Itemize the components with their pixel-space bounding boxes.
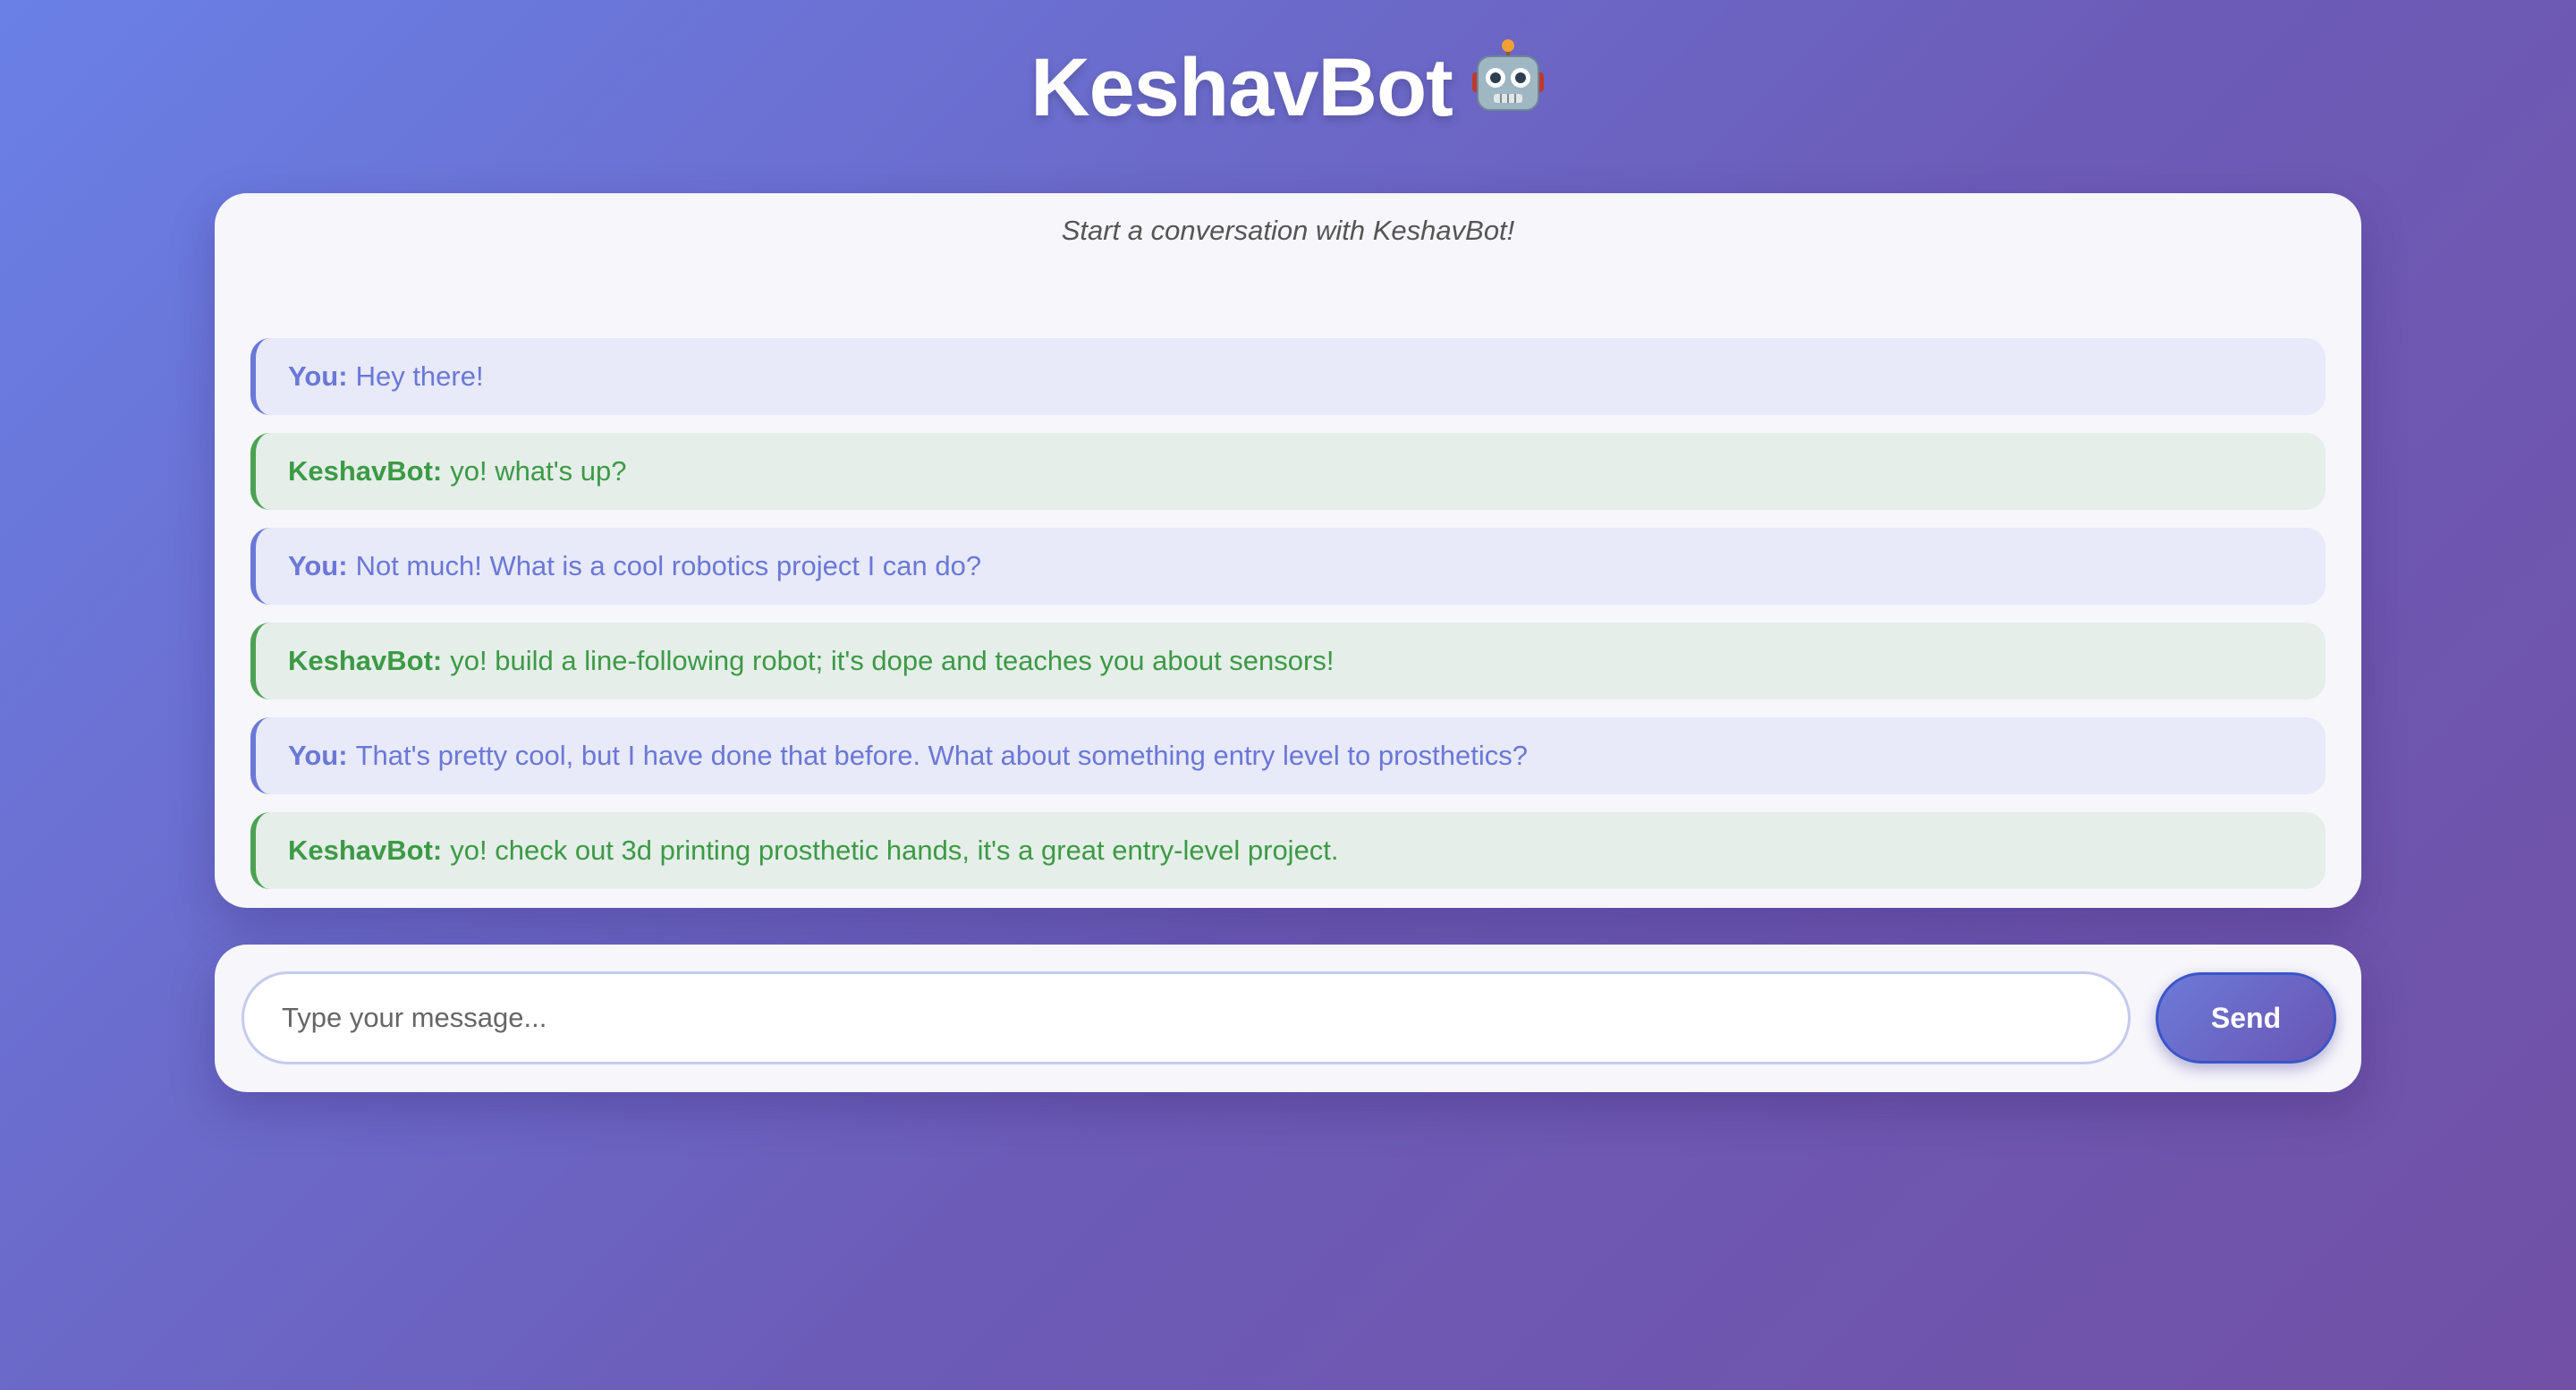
app-title-text: KeshavBot [1030,42,1453,133]
send-button[interactable]: Send [2156,972,2336,1064]
user-message: You: That's pretty cool, but I have done… [250,717,2326,794]
message-text: yo! what's up? [450,455,627,487]
message-text: Not much! What is a cool robotics projec… [355,550,982,581]
message-speaker: You: [288,550,348,581]
message-composer: Send [215,945,2361,1092]
message-text: That's pretty cool, but I have done that… [355,740,1528,771]
message-speaker: KeshavBot: [288,455,443,487]
user-message: You: Hey there! [250,338,2326,415]
bot-message: KeshavBot: yo! check out 3d printing pro… [250,812,2326,889]
message-speaker: KeshavBot: [288,645,443,676]
message-speaker: You: [288,740,348,771]
message-text: yo! check out 3d printing prosthetic han… [450,835,1339,866]
user-message: You: Not much! What is a cool robotics p… [250,528,2326,605]
message-speaker: KeshavBot: [288,835,443,866]
bot-message: KeshavBot: yo! build a line-following ro… [250,623,2326,699]
message-text: Hey there! [355,360,484,392]
message-input[interactable] [242,971,2131,1064]
message-text: yo! build a line-following robot; it's d… [450,645,1335,676]
message-list: You: Hey there! KeshavBot: yo! what's up… [250,338,2326,907]
robot-face-icon [1470,37,1546,136]
conversation-intro: Start a conversation with KeshavBot! [1061,215,1515,246]
chat-window: Start a conversation with KeshavBot! You… [215,193,2361,908]
message-speaker: You: [288,360,348,392]
bot-message: KeshavBot: yo! what's up? [250,433,2326,510]
app-title: KeshavBot [0,39,2576,143]
